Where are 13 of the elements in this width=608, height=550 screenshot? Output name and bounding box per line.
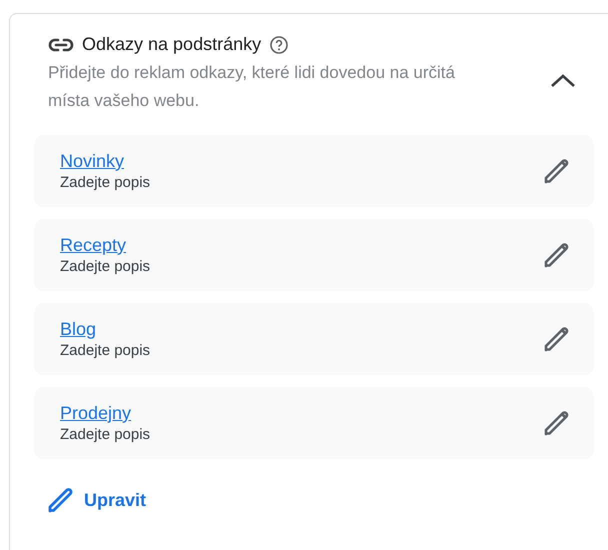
edit-button[interactable]: Upravit: [46, 485, 146, 515]
link-icon: [48, 38, 74, 52]
link[interactable]: Blog: [60, 319, 150, 340]
section-title: Odkazy na podstránky: [82, 34, 262, 55]
link[interactable]: Prodejny: [60, 403, 150, 424]
section-description: Přidejte do reklam odkazy, které lidi dovedou na určitá místa vašeho webu.: [48, 62, 456, 112]
link-description: Zadejte popis: [60, 258, 150, 275]
link-description: Zadejte popis: [60, 426, 150, 443]
link-description: Zadejte popis: [60, 174, 150, 191]
link-description: Zadejte popis: [60, 342, 150, 359]
link[interactable]: Recepty: [60, 235, 150, 256]
help-icon[interactable]: [269, 34, 290, 54]
link[interactable]: Novinky: [60, 151, 150, 172]
